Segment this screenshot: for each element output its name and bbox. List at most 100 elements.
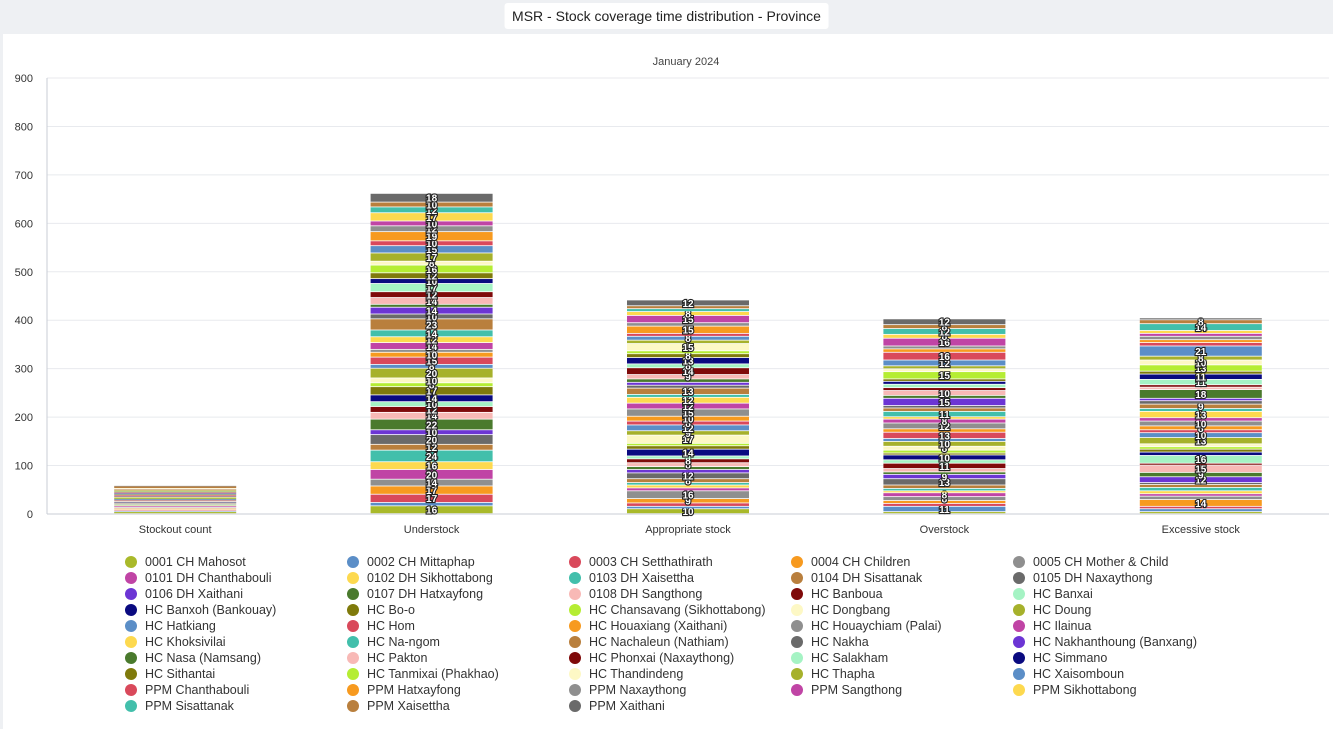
legend-label: HC Doung: [1033, 603, 1092, 617]
legend-swatch: [569, 684, 581, 696]
legend-label: HC Thandindeng: [589, 667, 684, 681]
bar-segment[interactable]: [114, 508, 237, 510]
legend-item[interactable]: PPM Chanthabouli: [122, 682, 344, 698]
bar-segment[interactable]: [627, 446, 749, 449]
legend-item[interactable]: HC Nasa (Namsang): [122, 650, 344, 666]
legend-item[interactable]: HC Banboua: [788, 586, 1010, 602]
bar-segment[interactable]: [883, 388, 1006, 391]
legend-label: HC Na-ngom: [367, 635, 440, 649]
legend-item[interactable]: 0107 DH Hatxayfong: [344, 586, 566, 602]
legend-label: 0103 DH Xaisettha: [589, 571, 694, 585]
legend-item[interactable]: HC Salakham: [788, 650, 1010, 666]
legend-item[interactable]: 0004 CH Children: [788, 554, 1010, 570]
legend-swatch: [791, 668, 803, 680]
legend-label: PPM Chanthabouli: [145, 683, 250, 697]
legend-item[interactable]: 0005 CH Mother & Child: [1010, 554, 1232, 570]
legend-swatch: [791, 572, 803, 584]
bars: 1617171420162412201022141210141781020815…: [114, 193, 1262, 519]
legend-item[interactable]: HC Banxoh (Bankouay): [122, 602, 344, 618]
legend-label: 0001 CH Mahosot: [145, 555, 246, 569]
legend-item[interactable]: PPM Hatxayfong: [344, 682, 566, 698]
legend-item[interactable]: HC Simmano: [1010, 650, 1232, 666]
bar-segment[interactable]: [1139, 342, 1262, 346]
legend-item[interactable]: 0002 CH Mittaphap: [344, 554, 566, 570]
bar-segment[interactable]: [1139, 318, 1262, 320]
legend-item[interactable]: HC Houaxiang (Xaithani): [566, 618, 788, 634]
legend-item[interactable]: HC Nachaleun (Nathiam): [566, 634, 788, 650]
y-tick-label: 800: [15, 121, 33, 133]
legend-item[interactable]: HC Dongbang: [788, 602, 1010, 618]
legend-item[interactable]: HC Doung: [1010, 602, 1232, 618]
legend-swatch: [347, 668, 359, 680]
bar-segment[interactable]: [1139, 496, 1262, 500]
bar-segment[interactable]: [883, 491, 1006, 493]
bar-segment[interactable]: [1139, 494, 1262, 496]
legend-item[interactable]: 0001 CH Mahosot: [122, 554, 344, 570]
bar-segment[interactable]: [114, 486, 237, 489]
bar-segment[interactable]: [1139, 340, 1262, 343]
legend-item[interactable]: PPM Sikhottabong: [1010, 682, 1232, 698]
legend-item[interactable]: HC Banxai: [1010, 586, 1232, 602]
bar-segment[interactable]: [1139, 512, 1262, 514]
legend-item[interactable]: HC Ilainua: [1010, 618, 1232, 634]
legend-item[interactable]: 0101 DH Chanthabouli: [122, 570, 344, 586]
bar-data-label: 18: [1195, 390, 1207, 401]
legend-item[interactable]: PPM Xaithani: [566, 698, 788, 714]
legend-item[interactable]: 0108 DH Sangthong: [566, 586, 788, 602]
legend-item[interactable]: 0003 CH Setthathirath: [566, 554, 788, 570]
legend-item[interactable]: 0104 DH Sisattanak: [788, 570, 1010, 586]
chart-title: MSR - Stock coverage time distribution -…: [504, 3, 829, 29]
bar-segment[interactable]: [1139, 336, 1262, 340]
y-tick-label: 100: [15, 461, 33, 473]
bar-segment[interactable]: [1139, 487, 1262, 491]
legend-label: 0108 DH Sangthong: [589, 587, 703, 601]
legend-swatch: [569, 572, 581, 584]
legend-item[interactable]: 0105 DH Naxaythong: [1010, 570, 1232, 586]
bar-segment[interactable]: [1139, 491, 1262, 494]
bar-segment[interactable]: [883, 488, 1006, 491]
legend-swatch: [569, 700, 581, 712]
legend-item[interactable]: HC Houaychiam (Palai): [788, 618, 1010, 634]
legend-item[interactable]: PPM Sisattanak: [122, 698, 344, 714]
bar-segment[interactable]: [883, 384, 1006, 388]
legend-item[interactable]: HC Pakton: [344, 650, 566, 666]
bar-segment[interactable]: [883, 349, 1006, 352]
legend-item[interactable]: HC Bo-o: [344, 602, 566, 618]
legend-item[interactable]: HC Nakhanthoung (Banxang): [1010, 634, 1232, 650]
legend-item[interactable]: HC Hatkiang: [122, 618, 344, 634]
legend-item[interactable]: HC Khoksivilai: [122, 634, 344, 650]
bar-segment[interactable]: [114, 512, 237, 514]
legend-item[interactable]: PPM Xaisettha: [344, 698, 566, 714]
bar-segment[interactable]: [1139, 449, 1262, 452]
legend-item[interactable]: PPM Naxaythong: [566, 682, 788, 698]
legend-item[interactable]: HC Thapha: [788, 666, 1010, 682]
bar-data-label: 14: [1195, 499, 1207, 510]
legend-item[interactable]: HC Thandindeng: [566, 666, 788, 682]
legend-label: HC Chansavang (Sikhottabong): [589, 603, 766, 617]
legend-label: PPM Sisattanak: [145, 699, 234, 713]
legend-item[interactable]: 0102 DH Sikhottabong: [344, 570, 566, 586]
legend-item[interactable]: HC Chansavang (Sikhottabong): [566, 602, 788, 618]
legend-item[interactable]: HC Xaisomboun: [1010, 666, 1232, 682]
legend-item[interactable]: HC Hom: [344, 618, 566, 634]
bar-data-label: 13: [682, 387, 694, 398]
legend-item[interactable]: PPM Sangthong: [788, 682, 1010, 698]
bar-segment[interactable]: [627, 385, 749, 388]
bar-data-label: 16: [939, 352, 951, 363]
bar-segment[interactable]: [1139, 333, 1262, 336]
bar-segment[interactable]: [1139, 452, 1262, 456]
bar-segment[interactable]: [627, 488, 749, 491]
legend-swatch: [791, 636, 803, 648]
legend-item[interactable]: HC Sithantai: [122, 666, 344, 682]
bar-data-label: 21: [1195, 347, 1207, 358]
legend-item[interactable]: HC Nakha: [788, 634, 1010, 650]
legend-item[interactable]: HC Na-ngom: [344, 634, 566, 650]
legend-item[interactable]: HC Tanmixai (Phakhao): [344, 666, 566, 682]
legend-swatch: [347, 572, 359, 584]
legend-item[interactable]: 0106 DH Xaithani: [122, 586, 344, 602]
bar-segment[interactable]: [1139, 401, 1262, 404]
legend-item[interactable]: HC Phonxai (Naxaythong): [566, 650, 788, 666]
legend-item[interactable]: 0103 DH Xaisettha: [566, 570, 788, 586]
bar-segment[interactable]: [114, 506, 237, 507]
legend-swatch: [347, 684, 359, 696]
